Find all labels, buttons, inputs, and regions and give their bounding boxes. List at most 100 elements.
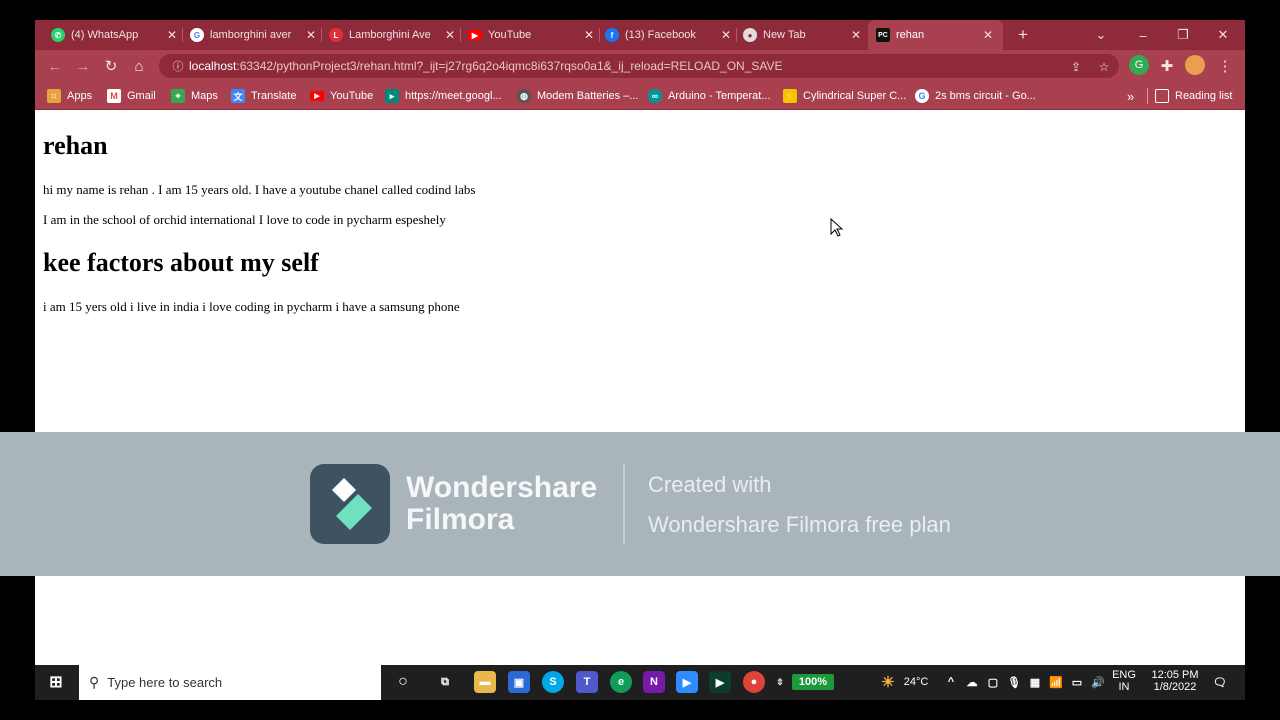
google-icon: G xyxy=(190,28,204,42)
school-paragraph: I am in the school of orchid internation… xyxy=(43,212,446,227)
skype-icon[interactable]: S xyxy=(542,671,564,693)
bookmark-arduino[interactable]: ∞ Arduino - Temperat... xyxy=(648,88,771,104)
youtube-icon: ▶ xyxy=(468,30,482,40)
whatsapp-icon: ✆ xyxy=(51,28,65,42)
microphone-icon[interactable]: 🎙 xyxy=(1003,671,1025,693)
youtube-icon: ▶ xyxy=(310,91,324,101)
edge-icon[interactable]: e xyxy=(610,671,632,693)
tab-whatsapp[interactable]: ✆ (4) WhatsApp ✕ xyxy=(51,20,179,50)
arduino-icon: ∞ xyxy=(648,89,662,103)
reading-list-button[interactable]: Reading list xyxy=(1155,88,1232,104)
bookmark-bms-circuit[interactable]: G 2s bms circuit - Go... xyxy=(915,88,1036,104)
notification-center-icon[interactable]: 🗨 xyxy=(1209,671,1231,693)
minimize-button[interactable]: – xyxy=(1123,20,1163,50)
chrome-taskbar-icon[interactable]: ● xyxy=(743,671,765,693)
tab-rehan-active[interactable]: PC rehan ✕ xyxy=(868,20,1003,50)
web-page-content: rehan hi my name is rehan . I am 15 year… xyxy=(35,111,1245,665)
browser-toolbar: ← → ↻ ⌂ ⓘ localhost :63342/pythonProject… xyxy=(35,50,1245,82)
taskbar-scroll-icon[interactable]: ⇳ xyxy=(773,671,787,693)
restore-button[interactable]: ❐ xyxy=(1163,20,1203,50)
tab-search-chevron-icon[interactable]: ⌄ xyxy=(1081,20,1121,50)
tray-chevron-up-icon[interactable]: ^ xyxy=(940,671,962,693)
file-explorer-icon[interactable]: ▬ xyxy=(474,671,496,693)
google-icon: G xyxy=(915,89,929,103)
profile-avatar[interactable] xyxy=(1185,55,1205,75)
close-window-button[interactable]: ✕ xyxy=(1203,20,1243,50)
search-icon: ⚲ xyxy=(89,674,100,690)
battery-percent-badge: 100% xyxy=(792,674,834,690)
reload-icon[interactable]: ↻ xyxy=(99,54,123,78)
tab-facebook[interactable]: f (13) Facebook ✕ xyxy=(605,20,733,50)
onenote-icon[interactable]: N xyxy=(643,671,665,693)
battery-icon[interactable]: ▭ xyxy=(1066,671,1088,693)
site-info-icon[interactable]: ⓘ xyxy=(167,58,189,74)
bookmark-meet[interactable]: ▸ https://meet.googl... xyxy=(385,88,502,104)
url-path: :63342/pythonProject3/rehan.html?_ijt=j2… xyxy=(236,59,783,73)
zoom-icon[interactable]: ▶ xyxy=(676,671,698,693)
url-host: localhost xyxy=(189,59,237,73)
windows-start-icon[interactable]: ⊞ xyxy=(45,671,67,693)
tab-lamborghini-site[interactable]: L Lamborghini Ave ✕ xyxy=(329,20,457,50)
facebook-icon: f xyxy=(605,28,619,42)
wifi-icon[interactable]: 📶 xyxy=(1045,671,1067,693)
menu-kebab-icon[interactable]: ⋮ xyxy=(1213,54,1237,78)
share-icon[interactable]: ⇪ xyxy=(1067,58,1085,76)
extensions-puzzle-icon[interactable]: ✚ xyxy=(1155,54,1179,78)
home-icon[interactable]: ⌂ xyxy=(127,54,151,78)
bookmark-gmail[interactable]: M Gmail xyxy=(107,88,156,104)
bookmark-apps[interactable]: ⁙ Apps xyxy=(47,88,92,104)
mouse-cursor-icon xyxy=(830,218,844,237)
tab-youtube[interactable]: ▶ YouTube ✕ xyxy=(468,20,596,50)
reading-list-icon xyxy=(1155,89,1169,103)
close-tab-icon[interactable]: ✕ xyxy=(719,28,733,42)
forward-arrow-icon[interactable]: → xyxy=(71,54,95,78)
close-tab-icon[interactable]: ✕ xyxy=(165,28,179,42)
bookmark-cylindrical[interactable]: ⚡ Cylindrical Super C... xyxy=(783,88,906,104)
apps-grid-icon: ⁙ xyxy=(47,89,61,103)
tab-lamborghini-search[interactable]: G lamborghini aver ✕ xyxy=(190,20,318,50)
task-view-icon[interactable]: ⧉ xyxy=(434,671,456,693)
close-tab-icon[interactable]: ✕ xyxy=(849,28,863,42)
onedrive-icon[interactable]: ☁ xyxy=(961,671,983,693)
translate-icon: 文 xyxy=(231,89,245,103)
terminal-icon[interactable]: ▶ xyxy=(709,671,731,693)
microsoft-store-icon[interactable]: ▣ xyxy=(508,671,530,693)
close-tab-icon[interactable]: ✕ xyxy=(981,28,995,42)
close-tab-icon[interactable]: ✕ xyxy=(443,28,457,42)
weather-temperature[interactable]: 24°C xyxy=(899,676,933,688)
address-bar[interactable]: ⓘ localhost :63342/pythonProject3/rehan.… xyxy=(159,54,1119,78)
bookmark-youtube[interactable]: ▶ YouTube xyxy=(310,88,373,104)
lamborghini-site-icon: L xyxy=(329,28,343,42)
pycharm-icon: PC xyxy=(876,28,890,42)
tab-new-tab[interactable]: ● New Tab ✕ xyxy=(743,20,863,50)
grammarly-extension-icon[interactable]: G xyxy=(1129,55,1149,75)
weather-sun-icon[interactable]: ☀ xyxy=(877,671,899,693)
chrome-window: ✆ (4) WhatsApp ✕ G lamborghini aver ✕ L … xyxy=(35,20,1245,700)
clock[interactable]: 12:05 PM 1/8/2022 xyxy=(1143,669,1207,693)
filmora-logo-icon xyxy=(310,464,390,544)
close-tab-icon[interactable]: ✕ xyxy=(582,28,596,42)
language-indicator[interactable]: ENG IN xyxy=(1107,669,1141,693)
cortana-icon[interactable]: ○ xyxy=(392,671,414,693)
volume-icon[interactable]: 🔊 xyxy=(1087,671,1109,693)
bookmark-maps[interactable]: ⌖ Maps xyxy=(171,88,218,104)
watermark-plan: Wondershare Filmora free plan xyxy=(648,512,951,537)
globe-icon: ◍ xyxy=(517,89,531,103)
more-bookmarks-chevron-icon[interactable]: » xyxy=(1127,88,1134,104)
tab-strip: ✆ (4) WhatsApp ✕ G lamborghini aver ✕ L … xyxy=(35,20,1245,50)
meet-icon: ▸ xyxy=(385,89,399,103)
facts-paragraph: i am 15 yers old i live in india i love … xyxy=(43,299,460,314)
bookmark-modem-batteries[interactable]: ◍ Modem Batteries –... xyxy=(517,88,639,104)
intro-paragraph: hi my name is rehan . I am 15 years old.… xyxy=(43,182,476,197)
bookmarks-bar: ⁙ Apps M Gmail ⌖ Maps 文 Translate ▶ YouT… xyxy=(35,82,1245,110)
taskbar-search-box[interactable]: ⚲ Type here to search xyxy=(79,665,381,700)
close-tab-icon[interactable]: ✕ xyxy=(304,28,318,42)
back-arrow-icon[interactable]: ← xyxy=(43,54,67,78)
bookmark-star-icon[interactable]: ☆ xyxy=(1095,58,1113,76)
filmora-brand-text: Wondershare Filmora xyxy=(406,471,598,536)
tray-device-icon[interactable]: ▢ xyxy=(982,671,1004,693)
tray-display-icon[interactable]: ▦ xyxy=(1024,671,1046,693)
bookmark-translate[interactable]: 文 Translate xyxy=(231,88,296,104)
teams-icon[interactable]: T xyxy=(576,671,598,693)
new-tab-button[interactable]: + xyxy=(1005,20,1041,50)
